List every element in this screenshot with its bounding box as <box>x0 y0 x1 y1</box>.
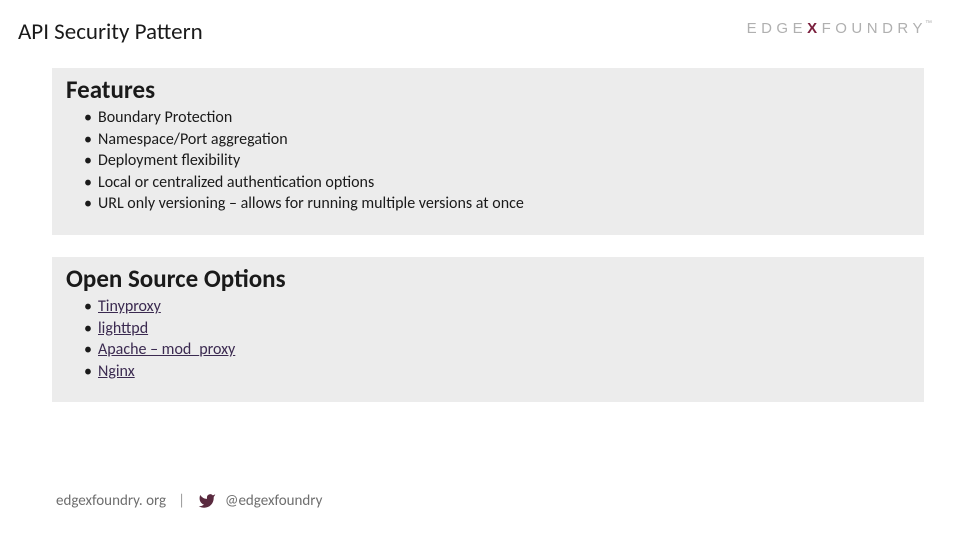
list-item: Nginx <box>84 361 910 383</box>
list-item: URL only versioning – allows for running… <box>84 193 910 215</box>
logo-right: FOUNDRY <box>822 20 927 37</box>
slide-title: API Security Pattern <box>18 18 203 46</box>
link-lighttpd[interactable]: lighttpd <box>98 319 148 338</box>
list-item: Boundary Protection <box>84 107 910 129</box>
features-panel: Features Boundary Protection Namespace/P… <box>52 68 924 235</box>
logo-x: X <box>807 20 822 37</box>
link-tinyproxy[interactable]: Tinyproxy <box>98 297 161 316</box>
slide-footer: edgexfoundry. org | @edgexfoundry <box>56 492 322 510</box>
footer-site: edgexfoundry. org <box>56 492 166 510</box>
list-item: Deployment flexibility <box>84 150 910 172</box>
list-item: lighttpd <box>84 318 910 340</box>
features-heading: Features <box>66 74 910 105</box>
brand-logo: EDGEXFOUNDRY™ <box>747 18 932 37</box>
list-item: Tinyproxy <box>84 296 910 318</box>
logo-left: EDGE <box>747 20 808 37</box>
list-item: Apache – mod_proxy <box>84 339 910 361</box>
link-nginx[interactable]: Nginx <box>98 362 135 381</box>
link-apache-mod-proxy[interactable]: Apache – mod_proxy <box>98 340 235 359</box>
open-source-list: Tinyproxy lighttpd Apache – mod_proxy Ng… <box>66 296 910 382</box>
features-list: Boundary Protection Namespace/Port aggre… <box>66 107 910 215</box>
footer-handle: @edgexfoundry <box>225 492 322 510</box>
footer-separator: | <box>178 492 185 510</box>
slide-header: API Security Pattern EDGEXFOUNDRY™ <box>0 0 960 46</box>
open-source-heading: Open Source Options <box>66 263 910 294</box>
open-source-panel: Open Source Options Tinyproxy lighttpd A… <box>52 257 924 402</box>
twitter-icon <box>197 492 217 510</box>
list-item: Namespace/Port aggregation <box>84 129 910 151</box>
logo-tm: ™ <box>925 20 932 27</box>
list-item: Local or centralized authentication opti… <box>84 172 910 194</box>
